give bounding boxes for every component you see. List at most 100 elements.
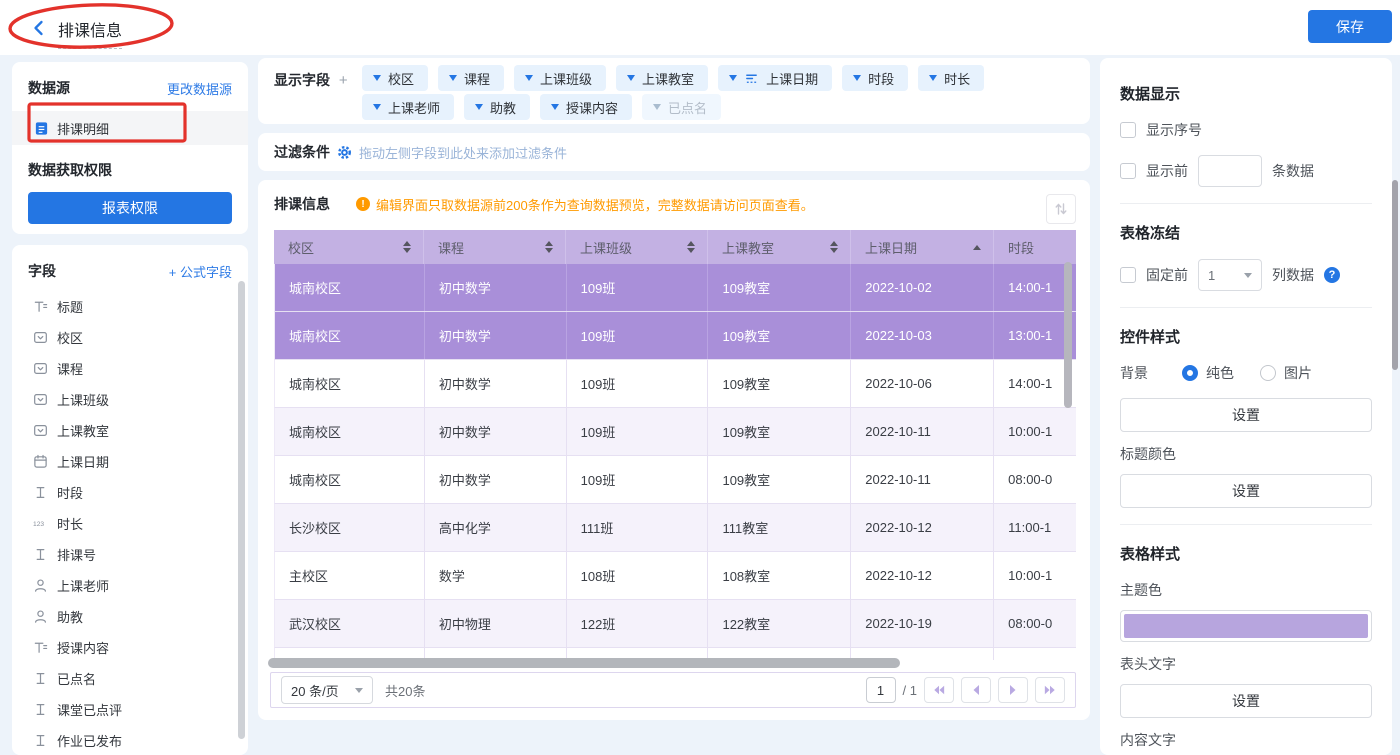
display-field-chip[interactable]: 助教 [464,94,530,120]
filter-panel[interactable]: 过滤条件 拖动左侧字段到此处来添加过滤条件 [258,133,1090,171]
show-first-checkbox[interactable] [1120,163,1136,179]
table-row[interactable]: 城南校区初中数学109班109教室2022-10-0214:00-1 [274,264,1076,312]
table-row[interactable]: 城南校区初中数学109班109教室2022-10-1110:00-1 [274,408,1076,456]
display-field-chip[interactable]: 时长 [918,65,984,91]
field-item[interactable]: 标题 [12,291,248,322]
table-row[interactable]: 主校区数学108班108教室2022-10-1210:00-1 [274,552,1076,600]
table-cell: 109教室 [708,408,851,455]
column-header[interactable]: 上课日期 [851,230,994,264]
sort-icon[interactable] [830,241,838,253]
table-horizontal-scrollbar[interactable] [268,658,900,668]
field-item[interactable]: 课程 [12,353,248,384]
table-row[interactable]: 城南校区初中数学109班109教室2022-10-0313:00-1 [274,312,1076,360]
show-index-checkbox[interactable] [1120,122,1136,138]
table-cell: 122班 [567,600,709,647]
table-cell: 10:00-1 [994,408,1076,455]
column-header[interactable]: 课程 [424,230,566,264]
add-display-field-button[interactable]: + [339,72,348,89]
freeze-checkbox[interactable] [1120,267,1136,283]
field-item[interactable]: 上课班级 [12,384,248,415]
title-color-set-button[interactable]: 设置 [1120,474,1372,508]
table-vertical-scrollbar[interactable] [1064,262,1072,408]
first-page-button[interactable] [924,677,954,703]
fields-scrollbar[interactable] [238,281,245,739]
field-item[interactable]: 助教 [12,601,248,632]
display-field-chip[interactable]: 时段 [842,65,908,91]
field-item[interactable]: 时段 [12,477,248,508]
background-set-button[interactable]: 设置 [1120,398,1372,432]
fields-title: 字段 [28,261,56,281]
header-text-set-button[interactable]: 设置 [1120,684,1372,718]
chip-label: 上课班级 [540,69,592,88]
back-icon[interactable] [30,19,48,37]
freeze-count-select[interactable]: 1 [1198,259,1262,291]
control-style-title: 控件样式 [1120,326,1372,347]
table-cell: 2022-10-11 [851,456,994,503]
table-row[interactable]: 武汉校区初中物理122班122教室2022-10-1908:00-0 [274,600,1076,648]
last-page-button[interactable] [1035,677,1065,703]
table-row[interactable]: 长沙校区高中化学111班111教室2022-10-1211:00-1 [274,504,1076,552]
bg-solid-radio[interactable] [1182,365,1198,381]
display-field-chip[interactable]: 上课日期 [718,65,832,91]
field-item[interactable]: 上课教室 [12,415,248,446]
table-row[interactable]: 城南校区初中数学109班109教室2022-10-0614:00-1 [274,360,1076,408]
field-item[interactable]: 已点名 [12,663,248,694]
help-icon[interactable]: ? [1324,267,1340,283]
divider [1120,307,1372,308]
bg-image-radio[interactable] [1260,365,1276,381]
page-number-input[interactable] [866,677,896,703]
prev-page-button[interactable] [961,677,991,703]
next-page-button[interactable] [998,677,1028,703]
chevron-down-icon [653,104,661,110]
sort-icon[interactable] [403,241,411,253]
field-item[interactable]: 上课日期 [12,446,248,477]
page-size-select[interactable]: 20 条/页 [281,676,373,704]
table-cell: 武汉校区 [275,600,425,647]
field-item-label: 上课班级 [57,390,109,409]
text-field-icon [33,702,48,717]
top-bar: 排课信息 保存 [0,0,1400,55]
display-field-chip[interactable]: 校区 [362,65,428,91]
datasource-panel: 数据源 更改数据源 排课明细 数据获取权限 报表权限 [12,62,248,234]
field-item[interactable]: 授课内容 [12,632,248,663]
save-button[interactable]: 保存 [1308,10,1392,43]
chip-label: 上课教室 [642,69,694,88]
sort-toggle-button[interactable] [1046,194,1076,224]
field-item[interactable]: 作业已发布 [12,725,248,755]
field-item[interactable]: 排课号 [12,539,248,570]
formula-field-link[interactable]: + 公式字段 [169,262,232,281]
theme-color-swatch[interactable] [1120,610,1372,642]
display-field-chip[interactable]: 上课老师 [362,94,454,120]
show-first-count-input[interactable] [1198,155,1262,187]
sort-asc-icon[interactable] [973,245,981,250]
field-item[interactable]: 上课老师 [12,570,248,601]
table-cell: 109教室 [708,456,851,503]
change-datasource-link[interactable]: 更改数据源 [167,79,232,98]
display-field-chip[interactable]: 上课班级 [514,65,606,91]
field-item-label: 校区 [57,328,83,347]
window-scrollbar[interactable] [1392,180,1398,370]
person-field-icon [33,578,48,593]
display-field-chip[interactable]: 课程 [438,65,504,91]
sort-icon[interactable] [545,241,553,253]
display-field-chip[interactable]: 上课教室 [616,65,708,91]
display-field-chip[interactable]: 授课内容 [540,94,632,120]
report-permission-button[interactable]: 报表权限 [28,192,232,224]
column-header[interactable]: 校区 [274,230,424,264]
field-item[interactable]: 123时长 [12,508,248,539]
display-field-chip: 已点名 [642,94,721,120]
table-row[interactable]: 城南校区初中数学109班109教室2022-10-1108:00-0 [274,456,1076,504]
page-title[interactable]: 排课信息 [58,17,122,49]
column-header[interactable]: 上课班级 [566,230,708,264]
datasource-item[interactable]: 排课明细 [12,111,248,145]
column-header[interactable]: 时段 [994,230,1076,264]
field-item[interactable]: 校区 [12,322,248,353]
chip-label: 助教 [490,98,516,117]
column-header-label: 上课班级 [580,238,632,257]
total-count: 共20条 [385,681,425,700]
sort-icon[interactable] [687,241,695,253]
column-header[interactable]: 上课教室 [708,230,851,264]
gear-icon[interactable] [337,145,352,160]
freeze-title: 表格冻结 [1120,222,1372,243]
field-item[interactable]: 课堂已点评 [12,694,248,725]
